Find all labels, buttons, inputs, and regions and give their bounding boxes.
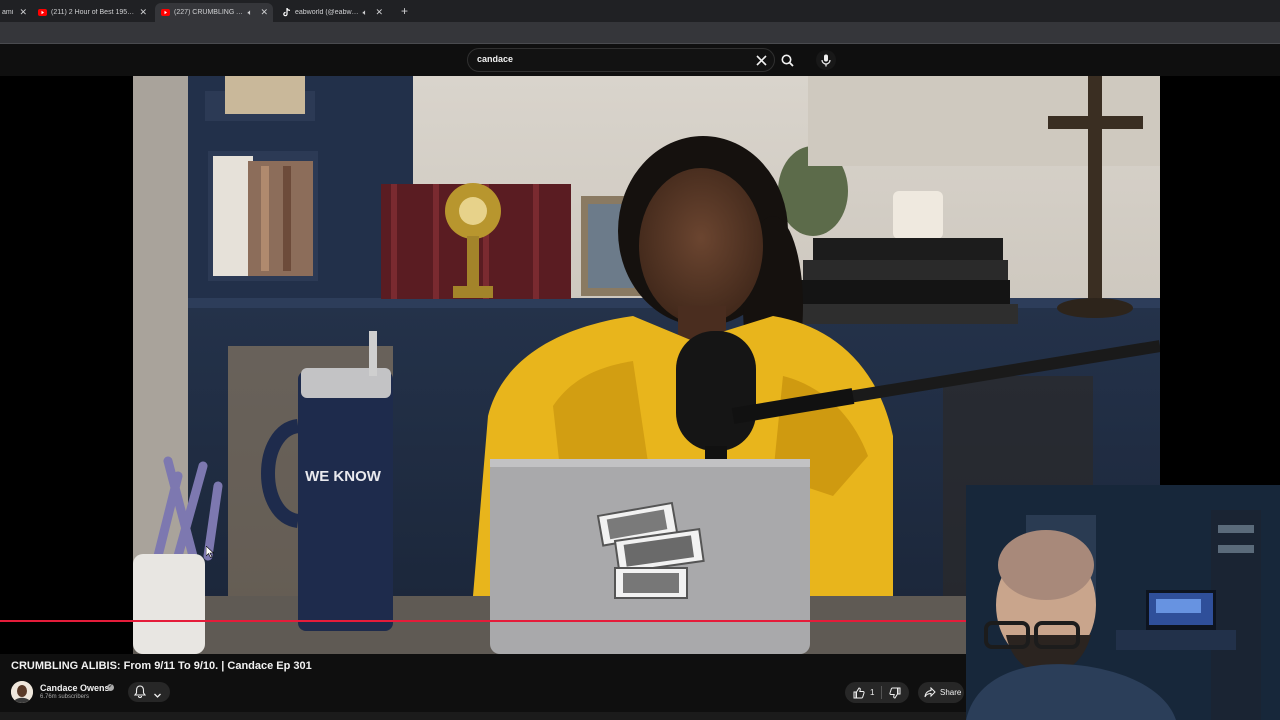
bell-icon (133, 685, 147, 703)
tiktok-icon (282, 8, 291, 17)
tab-title: (211) 2 Hour of Best 1950's So (51, 9, 135, 16)
browser-tab[interactable]: eabworld (@eabworld) is Li 🔈︎ ✕ (276, 3, 388, 22)
search-icon[interactable] (779, 52, 795, 68)
tab-title: ami (2, 9, 14, 16)
webcam-overlay (966, 485, 1280, 720)
mouse-cursor-icon (206, 546, 214, 558)
close-tab-icon[interactable]: ✕ (19, 7, 27, 18)
new-tab-button[interactable]: + (401, 4, 408, 18)
share-icon (924, 687, 936, 698)
speaker-icon[interactable]: 🔈︎ (248, 8, 253, 18)
browser-tab[interactable]: ami ✕ (0, 3, 32, 22)
page-bottom-strip (0, 712, 966, 720)
divider (881, 686, 883, 699)
browser-toolbar (0, 22, 1280, 44)
chevron-down-icon (153, 687, 162, 705)
channel-avatar[interactable] (11, 681, 33, 703)
share-button[interactable]: Share (918, 682, 964, 703)
close-tab-icon[interactable]: ✕ (260, 7, 268, 18)
share-label: Share (940, 688, 962, 697)
microphone-icon[interactable] (816, 50, 836, 70)
browser-tab-strip: ami ✕ (211) 2 Hour of Best 1950's So ✕ (… (0, 0, 1280, 22)
search-input[interactable] (467, 48, 775, 72)
browser-tab-active[interactable]: (227) CRUMBLING ALIBIS: F 🔈︎ ✕ (155, 3, 273, 22)
verified-badge-icon: ✓ (107, 684, 114, 691)
like-dislike-group: 1 (845, 682, 909, 703)
channel-name[interactable]: Candace Owens (40, 683, 110, 693)
tumbler-text: WE KNOW (305, 468, 382, 485)
tab-title: eabworld (@eabworld) is Li (295, 9, 360, 16)
close-icon[interactable] (754, 53, 768, 67)
thumbs-down-icon (889, 687, 901, 699)
subscriber-count: 6.76m subscribers (40, 694, 90, 700)
youtube-icon (161, 8, 170, 17)
like-count: 1 (870, 688, 875, 697)
youtube-icon (38, 8, 47, 17)
browser-tab[interactable]: (211) 2 Hour of Best 1950's So ✕ (32, 3, 152, 22)
search-query[interactable]: candace (477, 54, 513, 64)
progress-bar[interactable] (0, 620, 967, 622)
like-button[interactable]: 1 (845, 686, 875, 699)
video-title: CRUMBLING ALIBIS: From 9/11 To 9/10. | C… (11, 660, 312, 672)
notification-bell-button[interactable] (128, 682, 170, 702)
dislike-button[interactable] (889, 687, 901, 699)
close-tab-icon[interactable]: ✕ (139, 7, 147, 18)
tab-title: (227) CRUMBLING ALIBIS: F (174, 9, 245, 16)
speaker-icon[interactable]: 🔈︎ (363, 8, 368, 18)
close-tab-icon[interactable]: ✕ (375, 7, 383, 18)
thumbs-up-icon (853, 686, 865, 698)
